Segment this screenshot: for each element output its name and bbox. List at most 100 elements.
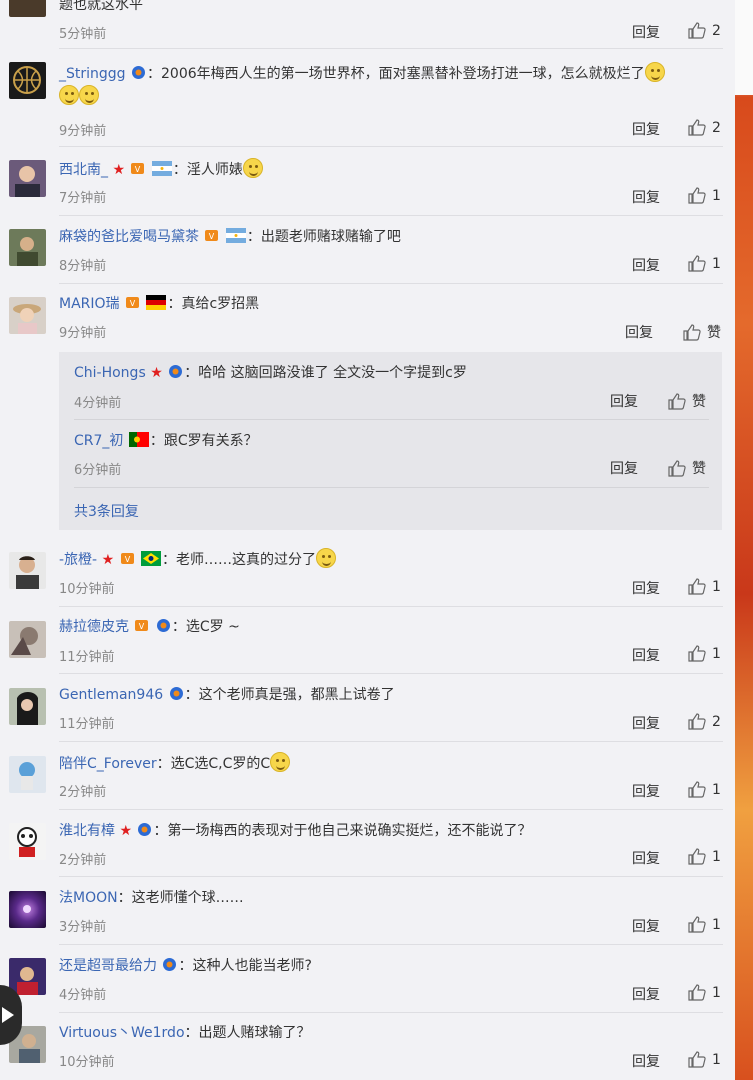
reply-button[interactable]: 回复 bbox=[610, 391, 638, 411]
thumb-up-icon bbox=[688, 119, 706, 136]
username[interactable]: _Stringgg bbox=[59, 66, 126, 82]
like-count: 1 bbox=[712, 1051, 721, 1068]
avatar[interactable] bbox=[9, 552, 46, 589]
reply-button[interactable]: 回复 bbox=[632, 916, 660, 936]
comment-time: 8分钟前 bbox=[59, 259, 107, 274]
like-button[interactable]: 2 bbox=[688, 713, 721, 730]
reply-button[interactable]: 回复 bbox=[625, 322, 653, 342]
like-count: 1 bbox=[712, 984, 721, 1001]
avatar[interactable] bbox=[9, 958, 46, 995]
like-button[interactable]: 1 bbox=[688, 916, 721, 933]
like-count: 2 bbox=[712, 22, 721, 39]
like-button[interactable]: 2 bbox=[688, 119, 721, 136]
vip-badge-icon: V bbox=[135, 620, 149, 631]
divider bbox=[59, 48, 723, 49]
thumb-up-icon bbox=[688, 713, 706, 730]
person-photo-icon bbox=[16, 556, 39, 589]
username[interactable]: 法MOON bbox=[59, 890, 118, 906]
username[interactable]: Chi-Hongs bbox=[74, 365, 146, 381]
comment-text: ：出题人赌球输了？ bbox=[184, 1025, 311, 1041]
divider bbox=[59, 741, 723, 742]
username[interactable]: Gentleman946 bbox=[59, 687, 163, 703]
avatar[interactable] bbox=[9, 823, 46, 860]
divider bbox=[59, 146, 723, 147]
badge-icon bbox=[156, 619, 170, 632]
like-count: 1 bbox=[712, 645, 721, 662]
username[interactable]: 陪伴C_Forever bbox=[59, 756, 157, 772]
reply-button[interactable]: 回复 bbox=[632, 645, 660, 665]
more-replies-link[interactable]: 共3条回复 bbox=[74, 501, 139, 521]
avatar[interactable] bbox=[9, 688, 46, 725]
comment-time: 9分钟前 bbox=[59, 326, 107, 341]
username[interactable]: 麻袋的爸比爱喝马黛茶 bbox=[59, 229, 199, 245]
reply-button[interactable]: 回复 bbox=[632, 713, 660, 733]
person-photo-icon bbox=[13, 304, 41, 334]
username[interactable]: 西北南_ bbox=[59, 162, 108, 178]
avatar[interactable] bbox=[9, 621, 46, 658]
avatar[interactable] bbox=[9, 0, 46, 17]
thumb-up-icon bbox=[688, 578, 706, 595]
like-button[interactable]: 1 bbox=[688, 645, 721, 662]
reply-text: ：跟C罗有关系？ bbox=[149, 433, 258, 449]
reply-button[interactable]: 回复 bbox=[632, 848, 660, 868]
person-photo-icon bbox=[17, 967, 38, 995]
like-button[interactable]: 2 bbox=[688, 22, 721, 39]
reply-button[interactable]: 回复 bbox=[632, 1051, 660, 1071]
username[interactable]: 赫拉德皮克 bbox=[59, 619, 129, 635]
comment-text: ：老师……这真的过分了 bbox=[162, 552, 317, 568]
like-count: 2 bbox=[712, 119, 721, 136]
reply-button[interactable]: 回复 bbox=[632, 22, 660, 42]
username[interactable]: 还是超哥最给力 bbox=[59, 958, 157, 974]
thumb-up-icon bbox=[688, 22, 706, 39]
vip-badge-icon: V bbox=[126, 297, 139, 308]
reply-text: ：哈哈 这脑回路没谁了 全文没一个字提到c罗 bbox=[184, 365, 467, 381]
avatar[interactable] bbox=[9, 229, 46, 266]
comment-time: 11分钟前 bbox=[59, 717, 115, 732]
username[interactable]: CR7_初 bbox=[74, 433, 123, 449]
like-button[interactable]: 赞 bbox=[668, 391, 706, 411]
comment-time: 11分钟前 bbox=[59, 650, 115, 665]
avatar[interactable] bbox=[9, 756, 46, 793]
like-button[interactable]: 1 bbox=[688, 781, 721, 798]
divider bbox=[74, 419, 709, 420]
reply-button[interactable]: 回复 bbox=[610, 458, 638, 478]
reply-button[interactable]: 回复 bbox=[632, 781, 660, 801]
like-button[interactable]: 1 bbox=[688, 187, 721, 204]
username[interactable]: -旅橙- bbox=[59, 552, 97, 568]
basketball-logo-icon bbox=[13, 66, 41, 94]
avatar[interactable] bbox=[9, 160, 46, 197]
like-button[interactable]: 1 bbox=[688, 255, 721, 272]
cartoon-avatar-icon bbox=[19, 762, 35, 790]
like-button[interactable]: 赞 bbox=[683, 322, 721, 342]
like-button[interactable]: 1 bbox=[688, 984, 721, 1001]
reply-time: 6分钟前 bbox=[74, 463, 122, 478]
like-button[interactable]: 1 bbox=[688, 578, 721, 595]
avatar[interactable] bbox=[9, 891, 46, 928]
badge-icon bbox=[169, 687, 183, 700]
person-photo-icon bbox=[15, 166, 40, 197]
reply-button[interactable]: 回复 bbox=[632, 187, 660, 207]
avatar[interactable] bbox=[9, 62, 46, 99]
like-button[interactable]: 1 bbox=[688, 1051, 721, 1068]
reply-button[interactable]: 回复 bbox=[632, 984, 660, 1004]
thumb-up-icon bbox=[688, 916, 706, 933]
reply-button[interactable]: 回复 bbox=[632, 578, 660, 598]
divider bbox=[74, 487, 709, 488]
reply-button[interactable]: 回复 bbox=[632, 255, 660, 275]
comment-time: 4分钟前 bbox=[59, 988, 107, 1003]
username[interactable]: MARIO瑞 bbox=[59, 296, 120, 312]
reply-button[interactable]: 回复 bbox=[632, 119, 660, 139]
like-button[interactable]: 赞 bbox=[668, 458, 706, 478]
reply-time: 4分钟前 bbox=[74, 396, 122, 411]
emoji-icon bbox=[242, 158, 263, 178]
badge-icon bbox=[138, 823, 152, 836]
avatar[interactable] bbox=[9, 297, 46, 334]
divider bbox=[59, 876, 723, 877]
username[interactable]: Virtuous丶We1rdo bbox=[59, 1025, 185, 1041]
comment-time: 7分钟前 bbox=[59, 191, 107, 206]
like-button[interactable]: 1 bbox=[688, 848, 721, 865]
divider bbox=[59, 606, 723, 607]
like-count: 1 bbox=[712, 848, 721, 865]
thumb-up-icon bbox=[688, 781, 706, 798]
username[interactable]: 淮北有樟 bbox=[59, 823, 115, 839]
